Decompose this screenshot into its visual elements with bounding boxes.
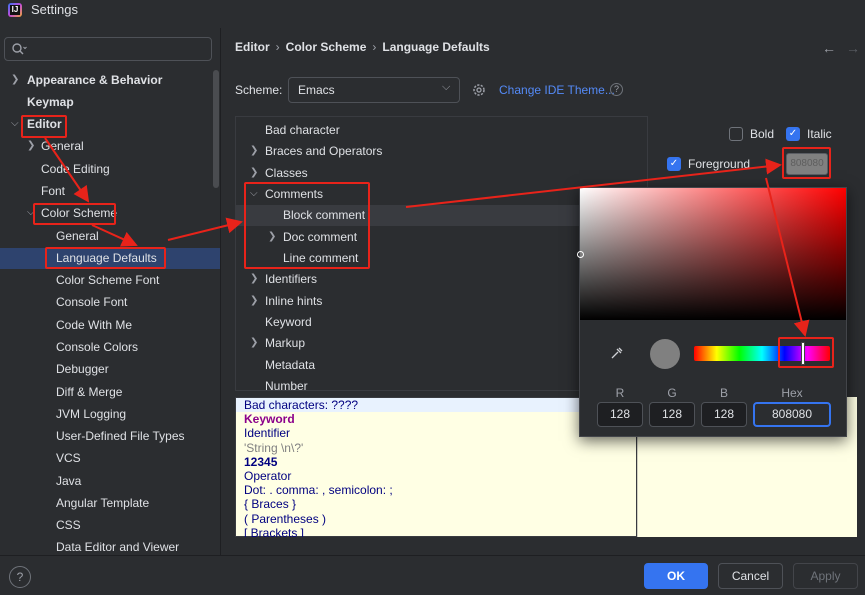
preview-lines: Bad characters: ???? Keyword Identifier 'St… <box>235 397 637 537</box>
chevron-right-icon[interactable]: ❯ <box>11 70 19 90</box>
ok-button[interactable]: OK <box>644 563 708 589</box>
sidebar-item-user-defined-file-types[interactable]: User-Defined File Types <box>56 426 185 446</box>
b-label: B <box>719 386 728 400</box>
annotation-box-comments <box>244 182 370 269</box>
cancel-button[interactable]: Cancel <box>718 563 783 589</box>
help-button[interactable]: ? <box>9 566 31 588</box>
saturation-handle[interactable] <box>577 251 584 258</box>
g-input[interactable]: 128 <box>649 402 695 427</box>
chevron-right-icon[interactable]: ❯ <box>250 269 258 289</box>
annotation-box-swatch <box>782 147 831 179</box>
tree-item-braces-operators[interactable]: Braces and Operators <box>265 141 382 161</box>
preview-line: 'String \n\?' <box>244 440 304 455</box>
annotation-box-language-defaults <box>45 247 166 269</box>
bold-label: Bold <box>750 127 775 141</box>
current-color-preview <box>650 339 680 369</box>
scheme-dropdown-value: Emacs <box>298 83 335 97</box>
chevron-right-icon[interactable]: ❯ <box>250 291 258 311</box>
preview-line: Operator <box>244 469 292 483</box>
sidebar-scrollbar[interactable] <box>213 70 219 188</box>
sidebar-item-java[interactable]: Java <box>56 471 81 491</box>
sidebar-item-diff-merge[interactable]: Diff & Merge <box>56 382 122 402</box>
sidebar-item-appearance[interactable]: Appearance & Behavior <box>27 70 162 90</box>
preview-line: Identifier <box>244 426 291 441</box>
tree-item-keyword[interactable]: Keyword <box>265 312 312 332</box>
annotation-box-editor <box>21 115 67 138</box>
sidebar-item-general[interactable]: General <box>41 136 84 156</box>
breadcrumb-separator: › <box>372 40 377 54</box>
back-arrow-icon[interactable]: ← <box>822 40 836 56</box>
preview-line: Bad characters: ???? <box>244 398 359 412</box>
breadcrumb-editor: Editor <box>235 40 270 54</box>
preview-line: { Braces } <box>244 497 297 512</box>
title-bar <box>0 0 865 28</box>
b-input[interactable]: 128 <box>701 402 747 427</box>
foreground-label: Foreground <box>688 157 751 171</box>
gear-icon[interactable] <box>471 82 487 98</box>
sidebar-item-vcs[interactable]: VCS <box>56 448 81 468</box>
breadcrumb-color-scheme: Color Scheme <box>285 40 367 54</box>
r-input[interactable]: 128 <box>597 402 643 427</box>
sidebar-item-code-editing[interactable]: Code Editing <box>41 159 110 179</box>
footer-divider <box>0 555 865 556</box>
chevron-down-icon: ⌵ <box>442 81 451 93</box>
search-icon <box>12 43 27 55</box>
scheme-label: Scheme: <box>235 83 283 97</box>
g-label: G <box>667 386 677 400</box>
sidebar-item-console-colors[interactable]: Console Colors <box>56 337 138 357</box>
saturation-brightness-area[interactable] <box>580 188 846 320</box>
help-icon[interactable]: ? <box>610 83 623 96</box>
pipette-icon[interactable] <box>609 345 625 361</box>
breadcrumb: Editor › Color Scheme › Language Defaults <box>235 40 490 54</box>
sidebar-item-debugger[interactable]: Debugger <box>56 359 109 379</box>
annotation-box-hue <box>778 337 834 368</box>
preview-line: ( Parentheses ) <box>244 511 327 526</box>
sidebar-item-font[interactable]: Font <box>41 181 65 201</box>
breadcrumb-separator: › <box>275 40 280 54</box>
italic-label: Italic <box>807 127 832 141</box>
change-ide-theme-link[interactable]: Change IDE Theme... <box>499 83 615 97</box>
sidebar-item-cs-general[interactable]: General <box>56 226 99 246</box>
preview-line: 12345 <box>244 454 278 469</box>
tree-item-bad-character[interactable]: Bad character <box>265 120 340 140</box>
preview-line: Dot: . comma: , semicolon: ; <box>244 483 393 498</box>
window-title: Settings <box>31 2 78 17</box>
annotation-box-color-scheme <box>33 203 116 225</box>
sidebar-item-data-editor[interactable]: Data Editor and Viewer <box>56 537 179 557</box>
foreground-checkbox[interactable]: ✓ <box>667 157 681 171</box>
sidebar-item-color-scheme-font[interactable]: Color Scheme Font <box>56 270 159 290</box>
tree-item-classes[interactable]: Classes <box>265 163 308 183</box>
apply-button[interactable]: Apply <box>793 563 858 589</box>
chevron-right-icon[interactable]: ❯ <box>250 141 258 161</box>
breadcrumb-language-defaults: Language Defaults <box>382 40 490 54</box>
tree-item-number[interactable]: Number <box>265 376 308 396</box>
sidebar-item-angular-template[interactable]: Angular Template <box>56 493 149 513</box>
preview-line: Keyword <box>244 412 295 427</box>
sidebar-item-keymap[interactable]: Keymap <box>27 92 74 112</box>
chevron-right-icon[interactable]: ❯ <box>27 136 35 156</box>
chevron-right-icon[interactable]: ❯ <box>250 163 258 183</box>
settings-search-input[interactable] <box>4 37 212 61</box>
sidebar-item-code-with-me[interactable]: Code With Me <box>56 315 132 335</box>
preview-line: [ Brackets ] <box>244 525 305 537</box>
tree-item-inline-hints[interactable]: Inline hints <box>265 291 322 311</box>
chevron-right-icon[interactable]: ❯ <box>250 333 258 353</box>
bold-checkbox[interactable] <box>729 127 743 141</box>
sidebar-item-css[interactable]: CSS <box>56 515 81 535</box>
italic-checkbox[interactable]: ✓ <box>786 127 800 141</box>
chevron-down-icon[interactable]: ⌵ <box>11 114 19 134</box>
tree-item-metadata[interactable]: Metadata <box>265 355 315 375</box>
app-icon: IJ <box>8 3 22 17</box>
r-label: R <box>615 386 625 400</box>
sidebar-item-jvm-logging[interactable]: JVM Logging <box>56 404 126 424</box>
panel-divider <box>220 28 221 555</box>
forward-arrow-icon[interactable]: → <box>846 40 860 56</box>
sidebar-item-console-font[interactable]: Console Font <box>56 292 127 312</box>
tree-item-identifiers[interactable]: Identifiers <box>265 269 317 289</box>
hex-label: Hex <box>781 386 803 400</box>
hex-input[interactable]: 808080 <box>753 402 831 427</box>
tree-item-markup[interactable]: Markup <box>265 333 305 353</box>
